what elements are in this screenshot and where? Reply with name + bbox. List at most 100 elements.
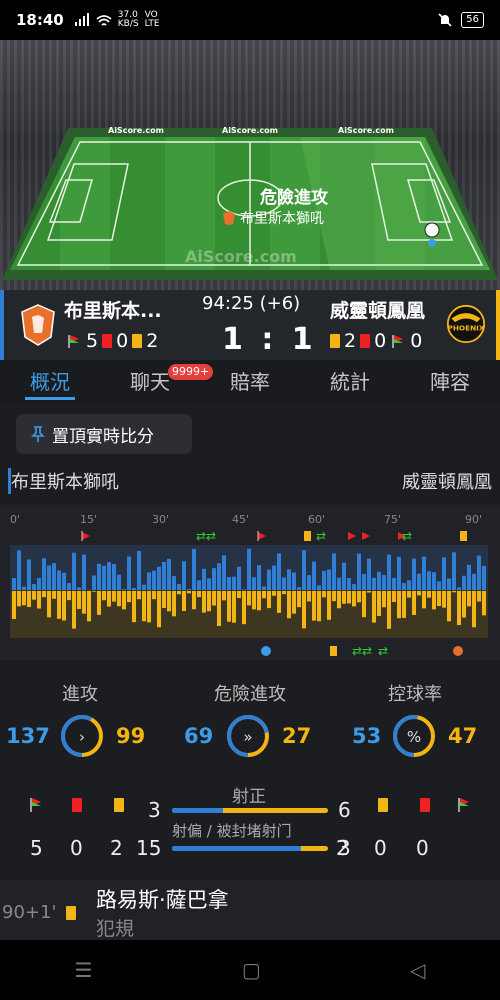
momentum-bar-away	[287, 591, 291, 619]
momentum-bar-home	[457, 587, 461, 590]
momentum-bar-home	[122, 589, 126, 590]
momentum-bar-home	[362, 574, 366, 590]
shots-off-away: 3	[338, 836, 351, 860]
momentum-bar-away	[152, 591, 156, 600]
ball-icon	[424, 222, 440, 238]
away-team-logo[interactable]: PHOENIX	[446, 302, 486, 346]
momentum-bar-home	[157, 566, 161, 590]
momentum-bar-home	[367, 558, 371, 590]
danger-away: 27	[282, 724, 312, 748]
momentum-bar-away	[72, 591, 76, 629]
momentum-bar-away	[407, 591, 411, 598]
shots-off-bar	[172, 846, 328, 851]
momentum-bar-home	[197, 580, 201, 590]
mute-bell-icon	[438, 13, 452, 27]
momentum-bar-away	[197, 591, 201, 598]
momentum-bar-home	[107, 562, 111, 590]
momentum-bar-home	[102, 565, 106, 590]
home-team-logo[interactable]	[18, 303, 58, 347]
back-icon[interactable]: ◁	[410, 958, 425, 982]
away-team-name[interactable]: 威靈頓鳳凰	[330, 296, 425, 323]
yellow-card-icon	[114, 798, 124, 812]
possession-label: 控球率	[388, 684, 442, 705]
yellow-card-icon	[66, 906, 77, 920]
momentum-bar-away	[447, 591, 451, 622]
momentum-timeline[interactable]: 0' 15' 30' 45' 60' 75' 90' ⇄⇄ ⇄ ⇄ ⇄⇄ ⇄	[0, 505, 500, 660]
momentum-bar-away	[477, 591, 481, 602]
momentum-bar-away	[402, 591, 406, 618]
momentum-bar-home	[387, 554, 391, 590]
tab-stats[interactable]: 統計	[300, 360, 400, 404]
pin-button-label: 置頂實時比分	[52, 426, 154, 447]
home-icon[interactable]: ▢	[242, 958, 261, 982]
tab-lineup[interactable]: 陣容	[400, 360, 500, 404]
corner-flag-icon	[30, 798, 41, 812]
momentum-bar-home	[447, 578, 451, 590]
timeline-tick: 0'	[10, 513, 20, 526]
momentum-bar-home	[292, 572, 296, 590]
tab-odds[interactable]: 賠率	[200, 360, 300, 404]
home-corners-stat: 5	[30, 836, 43, 860]
momentum-bar-home	[272, 565, 276, 590]
momentum-bar-home	[352, 584, 356, 590]
momentum-bar-away	[392, 591, 396, 603]
timeline-tick: 90'	[465, 513, 482, 526]
attack-away: 99	[116, 724, 146, 748]
pitch-event-team: 布里斯本獅吼	[222, 208, 324, 228]
event-reason: 犯規	[96, 918, 135, 940]
momentum-bar-away	[252, 591, 256, 610]
momentum-bar-away	[297, 591, 301, 608]
momentum-bar-home	[237, 566, 241, 590]
shots-off-bar-fill	[172, 846, 302, 851]
momentum-bar-home	[147, 572, 151, 590]
red-card-icon	[420, 798, 430, 812]
menu-icon[interactable]: ☰	[75, 958, 93, 982]
momentum-bar-away	[182, 591, 186, 612]
tab-bar: 概況 聊天 賠率 統計 陣容	[0, 360, 500, 404]
momentum-bar-home	[482, 565, 486, 590]
momentum-bar-home	[397, 556, 401, 590]
momentum-bar-away	[212, 591, 216, 606]
momentum-bar-away	[172, 591, 176, 617]
momentum-bar-home	[207, 578, 211, 590]
shots-on-home: 3	[148, 798, 161, 822]
match-time: 94:25 (+6)	[202, 293, 301, 314]
momentum-bar-away	[32, 591, 36, 600]
scoreboard: 布里斯本... 94:25 (+6) 1 : 1 威靈頓鳳凰 PHOENIX 5…	[0, 290, 500, 360]
momentum-bar-away	[347, 591, 351, 604]
momentum-bar-home	[377, 571, 381, 590]
ad-board-1: AiScore.com	[108, 126, 164, 135]
away-red-cards: 0	[374, 330, 387, 352]
momentum-bar-home	[332, 553, 336, 590]
momentum-bar-away	[157, 591, 161, 628]
momentum-bar-home	[402, 583, 406, 590]
shots-on-label: 射正	[232, 787, 266, 807]
timeline-tick: 15'	[80, 513, 97, 526]
momentum-bar-home	[247, 548, 251, 590]
momentum-bar-home	[432, 572, 436, 590]
live-pitch[interactable]: AiScore.com AiScore.com AiScore.com 危險進攻…	[0, 40, 500, 290]
tab-overview[interactable]: 概況	[0, 360, 100, 404]
momentum-bar-away	[327, 591, 331, 620]
shots-on-bar	[172, 808, 328, 813]
yellow-card-icon	[330, 334, 340, 348]
svg-text:⇄: ⇄	[402, 529, 412, 543]
corner-flag-icon	[392, 335, 404, 348]
home-team-name[interactable]: 布里斯本...	[64, 296, 162, 323]
momentum-bar-home	[112, 564, 116, 590]
momentum-bar-home	[327, 569, 331, 590]
momentum-bar-home	[307, 575, 311, 590]
momentum-bar-home	[382, 574, 386, 590]
pin-live-score-button[interactable]: 置頂實時比分	[16, 414, 192, 454]
momentum-bar-home	[322, 570, 326, 590]
momentum-bar-home	[422, 556, 426, 590]
momentum-bar-away	[227, 591, 231, 622]
event-list-item[interactable]: 90+1' 路易斯·薩巴拿 犯規	[0, 880, 500, 940]
momentum-bar-away	[237, 591, 241, 599]
momentum-bar-home	[82, 554, 86, 590]
momentum-bar-home	[267, 569, 271, 590]
momentum-bar-away	[372, 591, 376, 623]
momentum-bar-home	[77, 587, 81, 590]
momentum-bar-home	[27, 559, 31, 590]
chat-badge: 9999+	[168, 364, 214, 380]
